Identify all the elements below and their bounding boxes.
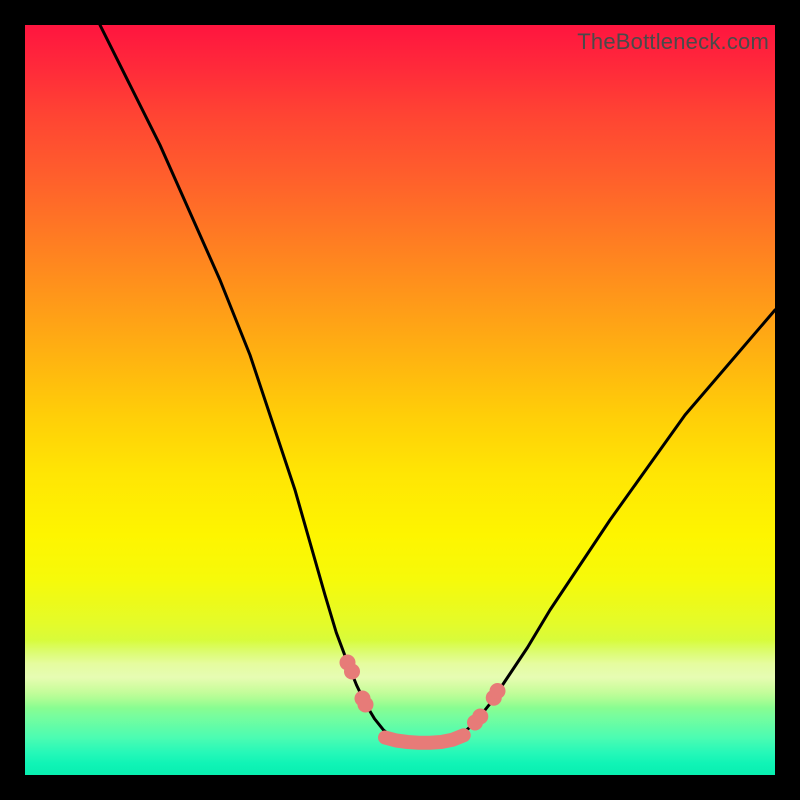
plot-area: TheBottleneck.com [25,25,775,775]
path-right-arm [460,310,775,736]
chart-frame: TheBottleneck.com [0,0,800,800]
marker-salmon-dots-right [472,709,488,725]
path-left-arm [100,25,400,741]
marker-salmon-dots-right [490,683,506,699]
curve-svg [25,25,775,775]
marker-salmon-dots-left [358,697,374,713]
marker-salmon-dots-left [344,664,360,680]
path-salmon-bar-valley [385,735,464,743]
